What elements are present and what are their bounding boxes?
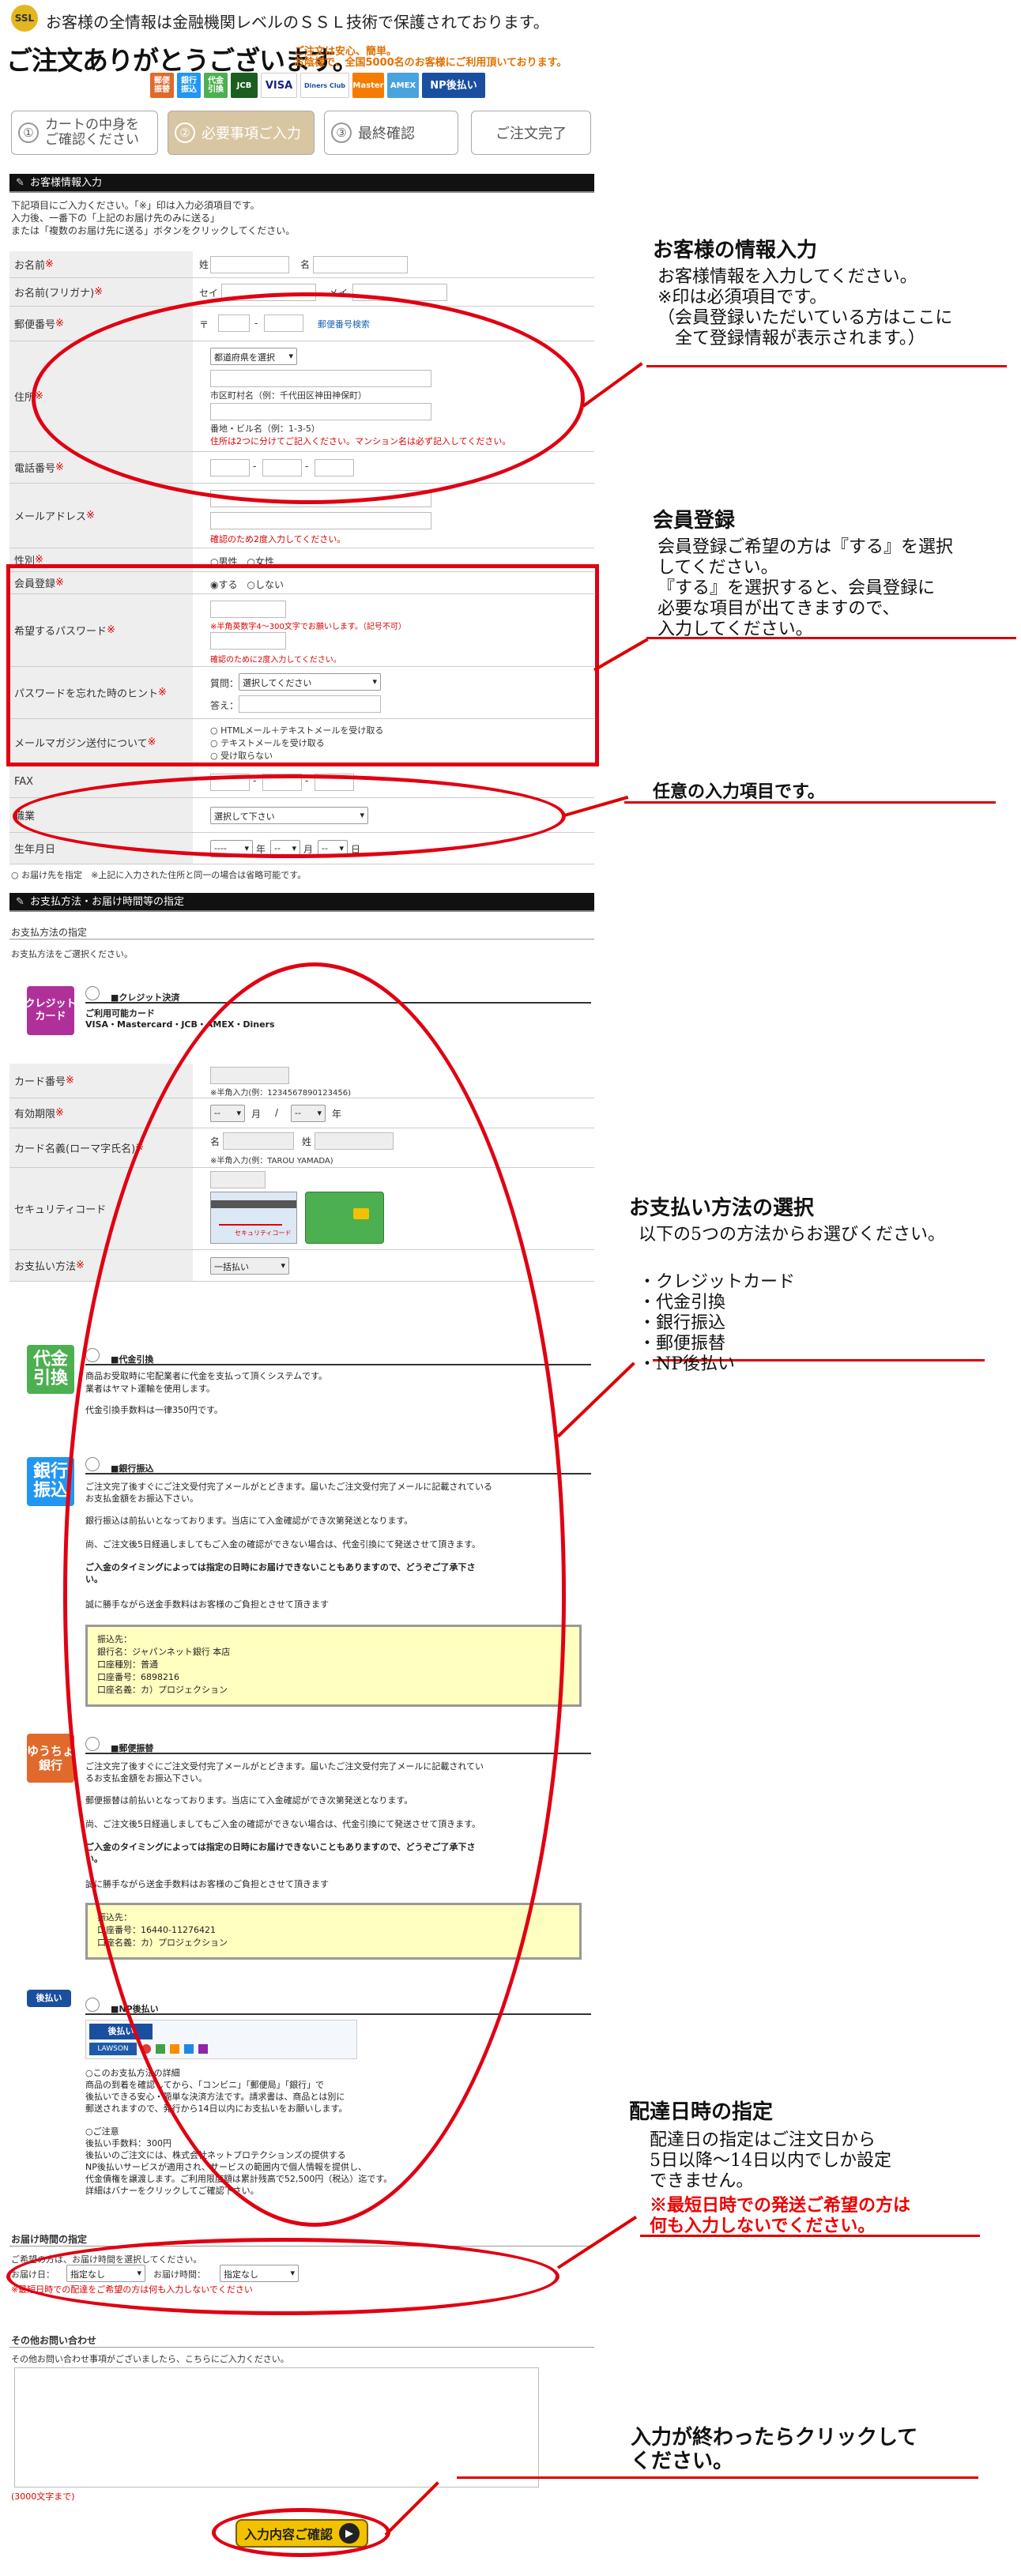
badge-postal: 郵便振替: [150, 73, 174, 98]
lawson-logo: LAWSON: [89, 2043, 137, 2055]
label-text: お支払い方法: [14, 1261, 77, 1273]
payment-sub-title: お支払方法の指定: [11, 927, 88, 938]
payment-section-header: お支払方法・お届け時間等の指定: [9, 893, 594, 912]
other-text: その他お問い合わせ事項がございましたら、こちらにご入力ください。: [11, 2354, 289, 2364]
promo-line-2: お陰様で、全国5000名のお客様にご利用頂いております。: [294, 57, 567, 69]
callout-underline: [646, 365, 1007, 367]
sei-label: 姓: [199, 259, 209, 270]
callout-underline: [457, 2476, 978, 2479]
badge-cod: 代金引換: [204, 73, 228, 98]
callout-box-member: [6, 564, 599, 766]
label-text: お名前: [14, 260, 46, 272]
callout-line: [556, 2216, 638, 2269]
ssl-lock-icon: SSL: [11, 5, 38, 32]
label-text: お名前(フリガナ): [14, 288, 95, 299]
label-text: 生年月日: [14, 844, 56, 856]
ship-same-option[interactable]: ○ お届け先を指定 ※上記に入力された住所と同一の場合は省略可能です。: [11, 869, 306, 882]
step-number: ③: [331, 122, 352, 143]
badge-diners: Diners Club: [300, 73, 349, 98]
email-confirm-input[interactable]: [210, 512, 431, 529]
customer-intro: 下記項目にご入力ください。「※」印は入力必須項目です。 入力後、一番下の「上記の…: [11, 200, 296, 236]
step-cart: ① カートの中身を ご確認ください: [11, 111, 158, 155]
annotation-member-text: 会員登録ご希望の方は『する』を選択 してください。 『する』を選択すると、会員登…: [657, 537, 954, 639]
mei-label: 名: [300, 259, 311, 270]
callout-ellipse-payment: [63, 962, 566, 2227]
label-text: メールアドレス: [14, 511, 87, 523]
badge-amex: AMEX: [387, 73, 419, 98]
annotation-customer-title: お客様の情報入力: [653, 239, 818, 262]
row-name: お名前 ※ 姓 名: [9, 251, 594, 278]
customer-section-header: お客様情報入力: [9, 174, 594, 193]
badge-bank: 銀行振込: [177, 73, 201, 98]
cod-icon: 代金 引換: [27, 1345, 74, 1394]
label-text: FAX: [14, 776, 34, 788]
step-label: 最終確認: [358, 126, 415, 142]
callout-ellipse-submit: [212, 2508, 390, 2557]
annotation-payment-text: 以下の5つの方法からお選びください。: [639, 1225, 945, 1245]
step-number: ②: [175, 122, 195, 143]
callout-line: [593, 638, 649, 672]
step-number: ①: [18, 122, 39, 143]
annotation-customer-text: お客様情報を入力してください。 ※印は必須項目です。 （会員登録いただいている方…: [657, 267, 953, 348]
annotation-member-title: 会員登録: [653, 509, 736, 533]
sei-input[interactable]: [210, 256, 289, 273]
step-label: 必要事項ご入力: [202, 126, 301, 142]
badge-np: NP後払い: [422, 73, 485, 98]
checkout-steps: ① カートの中身を ご確認ください ② 必要事項ご入力 ③ 最終確認 ご注文完了: [11, 111, 593, 155]
ssl-notice: お客様の全情報は金融機関レベルのＳＳＬ技術で保護されております。: [46, 13, 549, 32]
divider: [9, 939, 594, 940]
callout-ellipse-optional: [13, 774, 566, 858]
callout-ellipse-delivery: [6, 2238, 559, 2315]
divider: [9, 2347, 594, 2348]
badge-master: Master: [352, 73, 384, 98]
payment-sub-note: お支払方法をご選択ください。: [11, 949, 133, 959]
inquiry-limit: (3000文字まで): [11, 2491, 75, 2502]
section-title: お客様情報入力: [30, 177, 103, 189]
annotation-delivery-title: 配達日時の指定: [629, 2100, 774, 2124]
postal-bank-icon: ゆうちょ 銀行: [27, 1734, 74, 1783]
annotation-submit-title: 入力が終わったらクリックして ください。: [631, 2426, 918, 2473]
label-text: 郵便番号: [14, 319, 56, 331]
label-text: 有効期限: [14, 1109, 56, 1120]
delivery-title: お届け時間の指定: [11, 2234, 88, 2245]
np-icon: 後払い: [27, 1990, 71, 2007]
label-text: カード名義(ローマ字氏名): [14, 1143, 136, 1155]
step-complete: ご注文完了: [471, 111, 591, 155]
badge-jcb: JCB: [231, 73, 258, 98]
credit-radio[interactable]: [85, 986, 100, 1000]
step-label: ご注文完了: [495, 126, 567, 142]
mei-input[interactable]: [313, 256, 408, 273]
label-kana: お名前(フリガナ) ※: [9, 278, 193, 306]
label-name: お名前 ※: [9, 251, 193, 277]
badge-visa: VISA: [261, 73, 297, 98]
step-input-active: ② 必要事項ご入力: [168, 111, 315, 155]
credit-card-icon: クレジット カード: [25, 986, 77, 1035]
kana-sei-label: セイ: [199, 288, 219, 299]
label-text: 電話番号: [14, 463, 56, 475]
email-note: 確認のため2度入力してください。: [210, 534, 346, 544]
callout-line: [384, 2481, 439, 2536]
step-confirm: ③ 最終確認: [324, 111, 458, 155]
annotation-payment-title: お支払い方法の選択: [629, 1196, 815, 1220]
inquiry-textarea[interactable]: [14, 2367, 539, 2487]
annotation-delivery-red: ※最短日時での発送ご希望の方は 何も入力しないでください。: [650, 2195, 911, 2236]
np-radio[interactable]: [85, 1998, 100, 2012]
label-text: セキュリティコード: [14, 1204, 107, 1216]
callout-line: [556, 1361, 635, 1438]
label-email: メールアドレス ※: [9, 484, 193, 548]
annotation-payment-list: ・クレジットカード ・代金引換 ・銀行振込 ・郵便振替 ・NP後払い: [639, 1272, 796, 1374]
annotation-delivery-text: 配達日の指定はご注文日から 5日以降～14日以内でしか設定 できません。: [650, 2130, 891, 2191]
label-text: カード番号: [14, 1076, 66, 1088]
callout-ellipse-customer: [32, 292, 585, 504]
section-title: お支払方法・お届け時間等の指定: [30, 896, 185, 908]
other-title: その他お問い合わせ: [11, 2335, 97, 2346]
step-label: カートの中身を ご確認ください: [45, 117, 139, 148]
annotation-optional-title: 任意の入力項目です。: [653, 781, 825, 802]
payment-badges: 郵便振替 銀行振込 代金引換 JCB VISA Diners Club Mast…: [150, 73, 485, 98]
